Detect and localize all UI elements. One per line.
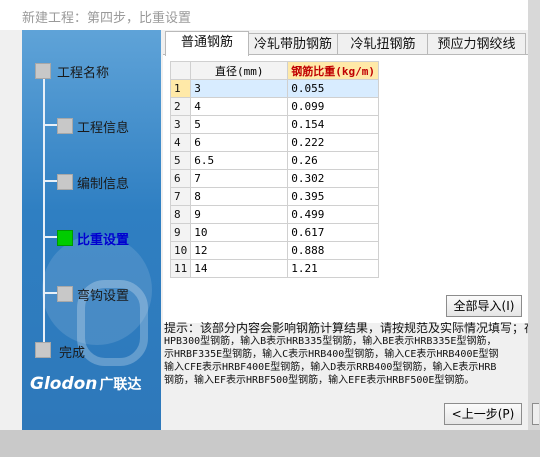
table-row[interactable]: 5 6.5 0.26 [170,151,379,170]
table-row[interactable]: 4 6 0.222 [170,133,379,152]
diameter-cell[interactable]: 6 [190,133,289,152]
table-row[interactable]: 11 14 1.21 [170,259,379,278]
table-row[interactable]: 1 3 0.055 [170,79,379,98]
density-cell[interactable]: 0.099 [287,97,379,116]
glodon-logo: Glodon 广联达 [30,374,142,394]
diameter-cell[interactable]: 10 [190,223,289,242]
row-number: 3 [170,115,192,134]
row-number: 4 [170,133,192,152]
diameter-cell[interactable]: 3 [190,79,289,98]
diameter-cell[interactable]: 12 [190,241,289,260]
density-grid[interactable]: 直径(mm) 钢筋比重(kg/m) 1 3 0.055 2 4 0.099 3 5 0.154 4… [170,61,528,288]
diameter-cell[interactable]: 8 [190,187,289,206]
row-number: 1 [170,79,192,98]
column-header-density[interactable]: 钢筋比重(kg/m) [287,61,379,80]
row-number: 7 [170,187,192,206]
background-right [528,0,540,457]
diameter-cell[interactable]: 9 [190,205,289,224]
diameter-cell[interactable]: 6.5 [190,151,289,170]
diameter-cell[interactable]: 4 [190,97,289,116]
table-row[interactable]: 10 12 0.888 [170,241,379,260]
density-cell[interactable]: 0.499 [287,205,379,224]
import-all-button[interactable]: 全部导入(I) [446,295,522,317]
window-title: 新建工程：第四步，比重设置 [22,11,192,26]
title-bar: 新建工程：第四步，比重设置 [0,0,528,30]
step-marker-icon [57,174,73,190]
step-branch-line [43,124,57,126]
density-cell[interactable]: 0.26 [287,151,379,170]
tab-cold-rolled-twisted-rebar[interactable]: 冷轧扭钢筋 [337,33,429,55]
column-header-diameter[interactable]: 直径(mm) [190,61,289,80]
table-row[interactable]: 7 8 0.395 [170,187,379,206]
density-cell[interactable]: 0.222 [287,133,379,152]
table-row[interactable]: 9 10 0.617 [170,223,379,242]
wizard-sidebar: 工程名称 工程信息 编制信息 比重设置 弯钩设置 完成 Glodon 广联达 [22,30,161,430]
row-number: 9 [170,223,192,242]
density-cell[interactable]: 1.21 [287,259,379,278]
density-cell[interactable]: 0.617 [287,223,379,242]
density-cell[interactable]: 0.302 [287,169,379,188]
row-number: 2 [170,97,192,116]
step-branch-line [43,180,57,182]
step-branch-line [43,236,57,238]
step-branch-line [43,292,57,294]
row-number: 10 [170,241,192,260]
row-number: 8 [170,205,192,224]
step-marker-icon [35,63,51,79]
diameter-cell[interactable]: 5 [190,115,289,134]
next-step-button-edge[interactable] [532,403,539,425]
density-table: 直径(mm) 钢筋比重(kg/m) 1 3 0.055 2 4 0.099 3 5 0.154 4… [170,61,379,278]
row-number: 5 [170,151,192,170]
table-row[interactable]: 8 9 0.499 [170,205,379,224]
step-connector-line [43,71,45,349]
row-number: 6 [170,169,192,188]
step-marker-icon [57,118,73,134]
rebar-type-tabs: 普通钢筋 冷轧带肋钢筋 冷轧扭钢筋 预应力钢绞线 [163,31,528,56]
table-row[interactable]: 2 4 0.099 [170,97,379,116]
tab-cold-rolled-ribbed-rebar[interactable]: 冷轧带肋钢筋 [247,33,339,55]
tab-content-panel: 直径(mm) 钢筋比重(kg/m) 1 3 0.055 2 4 0.099 3 5 0.154 4… [163,54,528,323]
density-cell[interactable]: 0.888 [287,241,379,260]
tab-prestressed-strand[interactable]: 预应力钢绞线 [427,33,526,55]
wizard-window: 新建工程：第四步，比重设置 工程名称 工程信息 编制信息 比重设置 弯钩设置 完… [0,0,528,430]
step-marker-icon [35,342,51,358]
row-number: 11 [170,259,192,278]
previous-step-button[interactable]: <上一步(P) [444,403,522,425]
density-cell[interactable]: 0.395 [287,187,379,206]
step-marker-current-icon [57,230,73,246]
diameter-cell[interactable]: 14 [190,259,289,278]
row-number-header [170,61,192,80]
step-marker-icon [57,286,73,302]
density-cell[interactable]: 0.154 [287,115,379,134]
tab-ordinary-rebar[interactable]: 普通钢筋 [165,31,249,56]
table-row[interactable]: 3 5 0.154 [170,115,379,134]
table-row[interactable]: 6 7 0.302 [170,169,379,188]
hint-text: 提示：该部分内容会影响钢筋计算结果，请按规范及实际情况填写；在 HPB300型钢… [164,322,528,386]
background-bottom [0,430,540,457]
diameter-cell[interactable]: 7 [190,169,289,188]
density-cell[interactable]: 0.055 [287,79,379,98]
